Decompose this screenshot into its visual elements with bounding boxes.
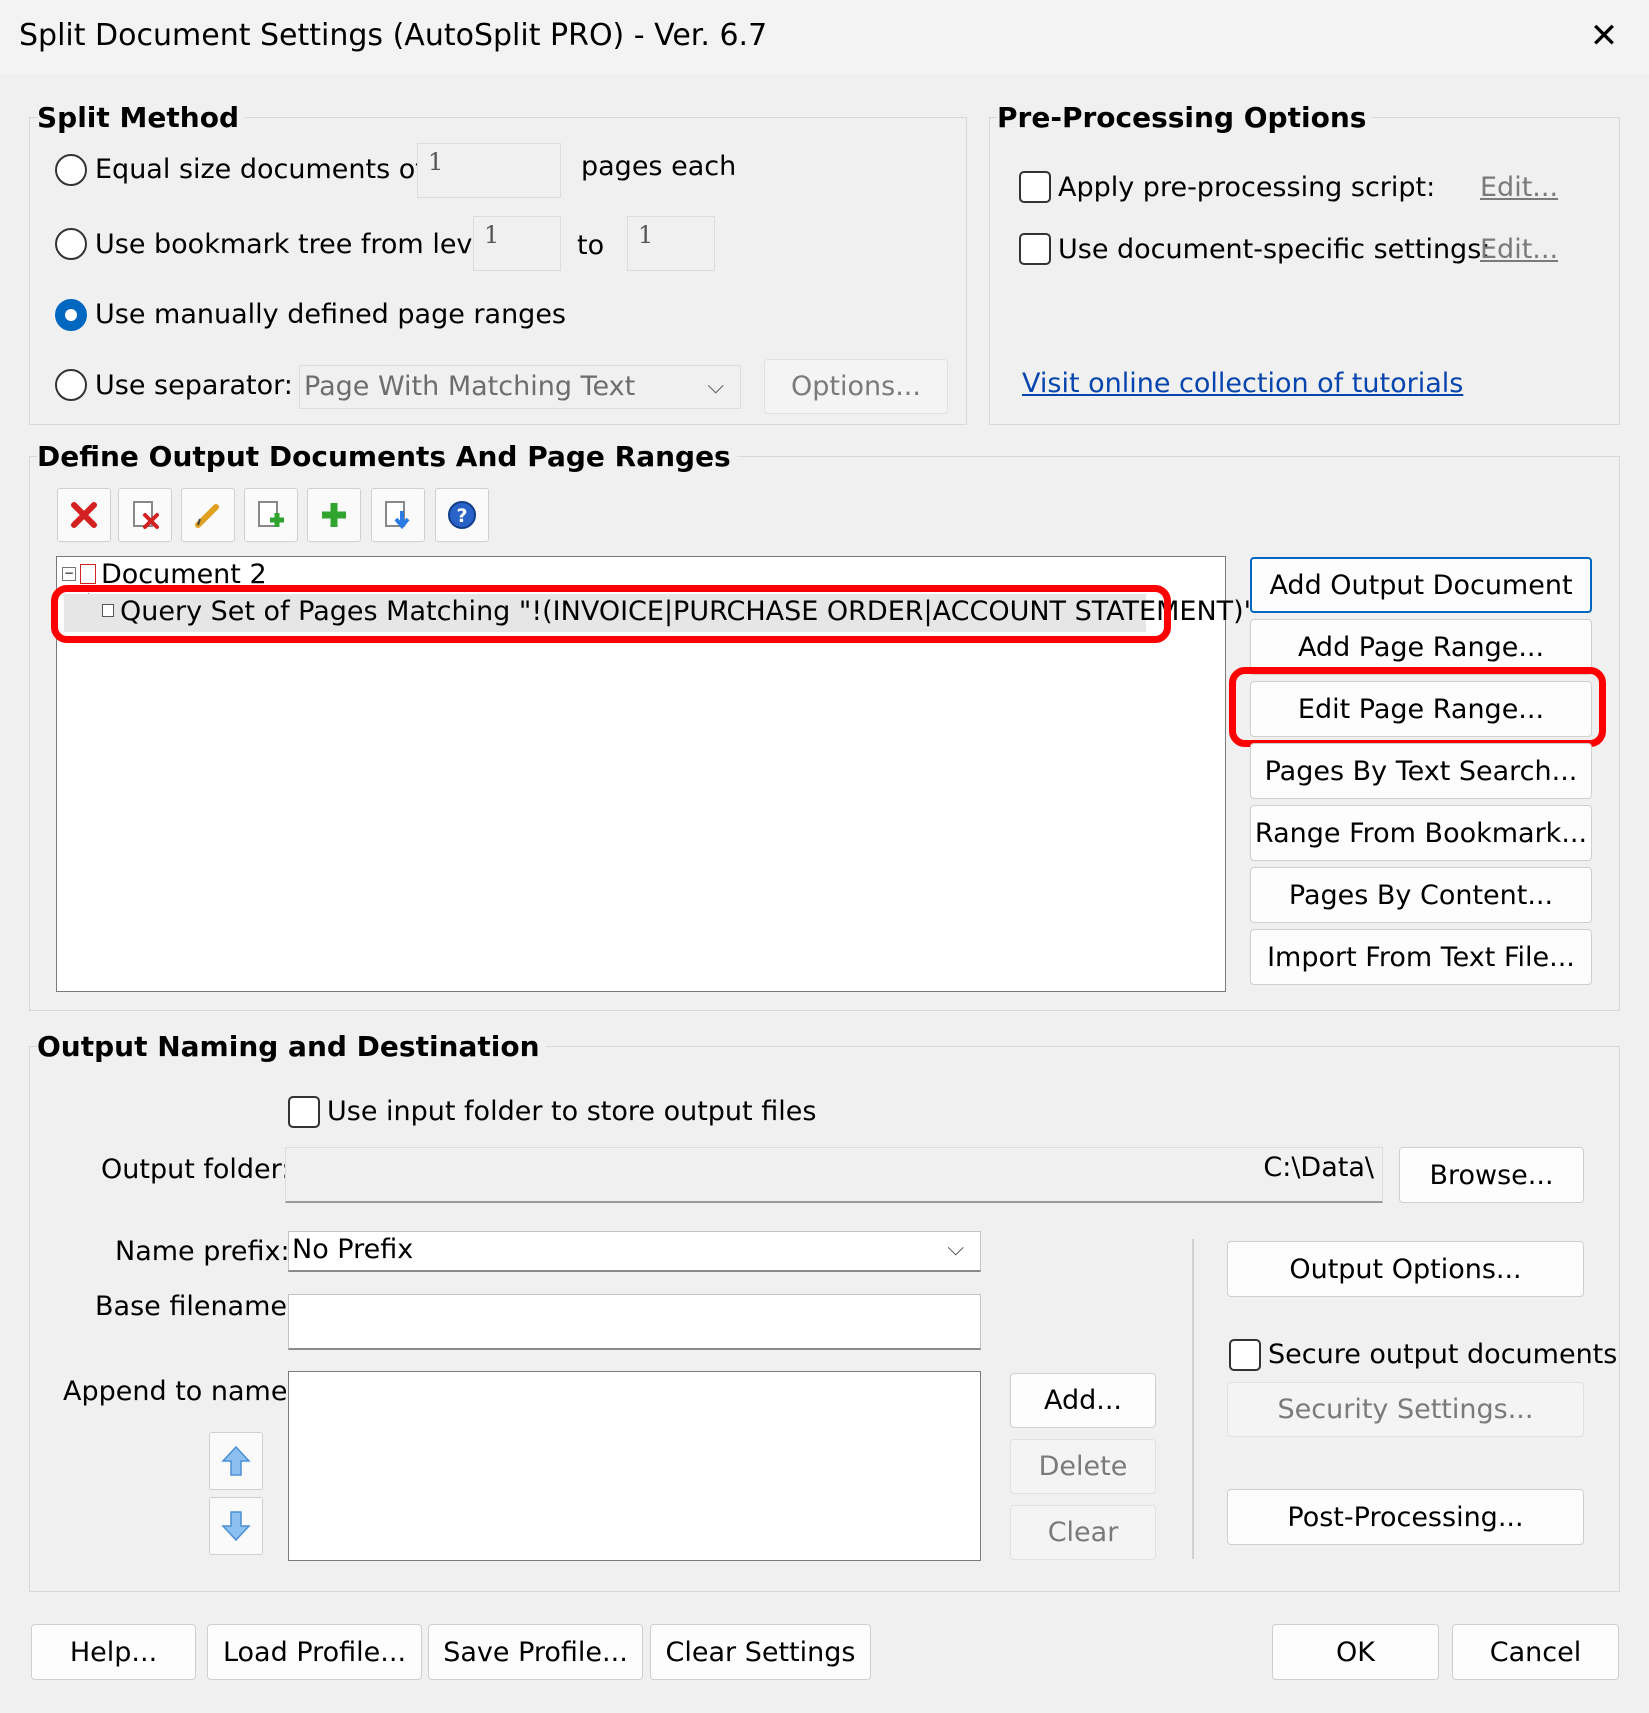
- base-filename-input[interactable]: [288, 1294, 981, 1350]
- range-from-bookmark-button[interactable]: Range From Bookmark...: [1250, 805, 1592, 861]
- add-page-icon[interactable]: [244, 488, 298, 542]
- document-specific-label: Use document-specific settings:: [1058, 234, 1491, 265]
- preprocessing-script-label: Apply pre-processing script:: [1058, 172, 1436, 203]
- append-delete-button[interactable]: Delete: [1010, 1439, 1156, 1494]
- preprocessing-title: Pre-Processing Options: [997, 101, 1373, 134]
- import-icon[interactable]: [371, 488, 425, 542]
- output-docs-title: Define Output Documents And Page Ranges: [37, 440, 737, 473]
- manual-ranges-radio[interactable]: [55, 299, 87, 331]
- bookmark-radio[interactable]: [55, 228, 87, 260]
- window-title: Split Document Settings (AutoSplit PRO) …: [19, 18, 768, 53]
- tutorials-link[interactable]: Visit online collection of tutorials: [1022, 368, 1463, 399]
- browse-button[interactable]: Browse...: [1399, 1147, 1584, 1203]
- output-folder-value: C:\Data\: [1263, 1152, 1374, 1183]
- equal-size-label: Equal size documents of: [95, 154, 425, 185]
- name-prefix-select[interactable]: No Prefix ⌵: [288, 1231, 981, 1272]
- preprocessing-script-checkbox[interactable]: [1019, 171, 1051, 203]
- document-specific-checkbox[interactable]: [1019, 233, 1051, 265]
- close-icon[interactable]: ✕: [1582, 14, 1626, 58]
- add-plus-icon[interactable]: [307, 488, 361, 542]
- post-processing-button[interactable]: Post-Processing...: [1227, 1489, 1584, 1545]
- separator-select[interactable]: Page With Matching Text ⌵: [299, 365, 741, 409]
- move-down-arrow-icon[interactable]: [209, 1497, 263, 1555]
- output-naming-title: Output Naming and Destination: [37, 1030, 546, 1063]
- chevron-down-icon: ⌵: [947, 1236, 964, 1261]
- bookmark-from-input[interactable]: 1: [473, 216, 561, 271]
- split-method-title: Split Method: [37, 101, 245, 134]
- base-filename-label: Base filename:: [95, 1291, 297, 1322]
- pdf-document-icon: [80, 564, 96, 584]
- vertical-separator: [1192, 1239, 1194, 1559]
- equal-size-radio[interactable]: [55, 154, 87, 186]
- manual-ranges-label: Use manually defined page ranges: [95, 299, 566, 330]
- chevron-down-icon: ⌵: [707, 374, 724, 399]
- separator-value: Page With Matching Text: [304, 371, 636, 402]
- append-clear-button[interactable]: Clear: [1010, 1505, 1156, 1560]
- bookmark-to-input[interactable]: 1: [627, 216, 715, 271]
- load-profile-button[interactable]: Load Profile...: [207, 1624, 422, 1680]
- pages-by-text-search-button[interactable]: Pages By Text Search...: [1250, 743, 1592, 799]
- save-profile-button[interactable]: Save Profile...: [428, 1624, 643, 1680]
- bookmark-to-label: to: [577, 230, 605, 261]
- highlight-range-box: [51, 585, 1171, 643]
- svg-text:?: ?: [456, 505, 467, 527]
- bookmark-to-value: 1: [638, 221, 654, 249]
- pages-each-label: pages each: [581, 151, 737, 182]
- output-folder-label: Output folder:: [101, 1154, 291, 1185]
- separator-radio[interactable]: [55, 369, 87, 401]
- separator-options-button[interactable]: Options...: [764, 359, 948, 414]
- help-button[interactable]: Help...: [31, 1624, 196, 1680]
- security-settings-button[interactable]: Security Settings...: [1227, 1382, 1584, 1437]
- collapse-icon[interactable]: −: [62, 567, 76, 581]
- document-specific-edit-link[interactable]: Edit...: [1480, 234, 1558, 265]
- delete-document-icon[interactable]: [118, 488, 172, 542]
- highlight-edit-button-box: [1229, 667, 1606, 747]
- separator-label: Use separator:: [95, 370, 293, 401]
- output-folder-field[interactable]: C:\Data\: [285, 1147, 1383, 1203]
- use-input-folder-label: Use input folder to store output files: [327, 1096, 817, 1127]
- equal-size-value: 1: [428, 148, 444, 176]
- secure-output-checkbox[interactable]: [1229, 1339, 1261, 1371]
- edit-pencil-icon[interactable]: [181, 488, 235, 542]
- name-prefix-label: Name prefix:: [115, 1236, 290, 1267]
- equal-size-input[interactable]: 1: [417, 143, 561, 198]
- cancel-button[interactable]: Cancel: [1452, 1624, 1619, 1680]
- add-output-document-button[interactable]: Add Output Document: [1250, 557, 1592, 613]
- preprocessing-script-edit-link[interactable]: Edit...: [1480, 172, 1558, 203]
- use-input-folder-checkbox[interactable]: [288, 1096, 320, 1128]
- move-up-arrow-icon[interactable]: [209, 1432, 263, 1490]
- help-icon[interactable]: ?: [435, 488, 489, 542]
- bookmark-label: Use bookmark tree from level: [95, 229, 497, 260]
- clear-settings-button[interactable]: Clear Settings: [650, 1624, 871, 1680]
- name-prefix-value: No Prefix: [292, 1234, 414, 1265]
- bookmark-from-value: 1: [484, 221, 500, 249]
- secure-output-label: Secure output documents: [1268, 1339, 1618, 1370]
- append-to-name-list[interactable]: [288, 1371, 981, 1561]
- delete-icon[interactable]: [57, 488, 111, 542]
- import-from-text-file-button[interactable]: Import From Text File...: [1250, 929, 1592, 985]
- output-options-button[interactable]: Output Options...: [1227, 1241, 1584, 1297]
- append-add-button[interactable]: Add...: [1010, 1373, 1156, 1428]
- ok-button[interactable]: OK: [1272, 1624, 1439, 1680]
- pages-by-content-button[interactable]: Pages By Content...: [1250, 867, 1592, 923]
- append-to-name-label: Append to name:: [63, 1376, 297, 1407]
